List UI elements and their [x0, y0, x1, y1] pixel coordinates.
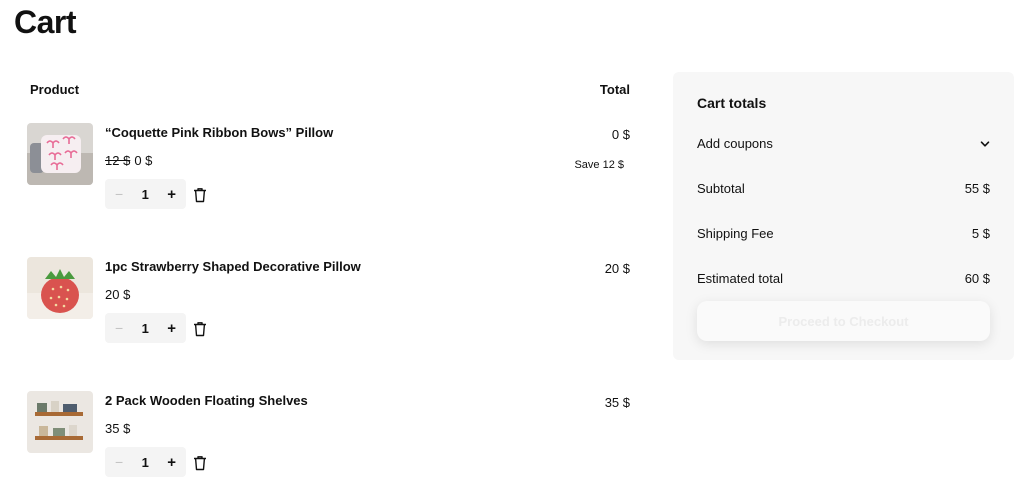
product-column-header: Product — [30, 82, 80, 97]
cart-item: 2 Pack Wooden Floating Shelves 35 $ − 1 … — [27, 391, 630, 491]
estimated-total-value: 60 $ — [964, 271, 990, 286]
decrease-quantity-button[interactable]: − — [115, 454, 123, 470]
increase-quantity-button[interactable]: + — [167, 320, 176, 337]
item-unit-price: 20 $ — [105, 287, 131, 302]
shipping-fee-row: Shipping Fee 5 $ — [697, 226, 990, 241]
item-price: 12 $0 $ — [105, 153, 152, 168]
shipping-fee-label: Shipping Fee — [697, 226, 774, 241]
estimated-total-label: Estimated total — [697, 271, 783, 286]
add-coupons-label: Add coupons — [697, 136, 773, 151]
item-savings: Save 12 $ — [574, 159, 624, 171]
decrease-quantity-button[interactable]: − — [115, 320, 123, 336]
cart-item: 1pc Strawberry Shaped Decorative Pillow … — [27, 257, 630, 357]
item-name[interactable]: 2 Pack Wooden Floating Shelves — [105, 393, 308, 408]
quantity-value[interactable]: 1 — [142, 321, 149, 336]
pink-bow-pillow-image[interactable] — [27, 123, 93, 185]
item-price: 35 $ — [105, 421, 130, 436]
wooden-shelves-image[interactable] — [27, 391, 93, 453]
subtotal-row: Subtotal 55 $ — [697, 181, 990, 196]
strawberry-pillow-image[interactable] — [27, 257, 93, 319]
item-price: 20 $ — [105, 287, 130, 302]
chevron-down-icon — [980, 140, 990, 147]
subtotal-label: Subtotal — [697, 181, 745, 196]
trash-icon[interactable] — [193, 455, 207, 471]
add-coupons-toggle[interactable]: Add coupons — [697, 136, 990, 151]
shipping-fee-value: 5 $ — [971, 226, 990, 241]
increase-quantity-button[interactable]: + — [167, 454, 176, 471]
page-title: Cart — [14, 4, 77, 40]
item-total: 35 $ — [604, 395, 630, 410]
cart-totals-panel: Cart totals Add coupons Subtotal 55 $ Sh… — [673, 72, 1014, 360]
quantity-stepper: − 1 + — [105, 313, 186, 343]
item-sale-price: 0 $ — [134, 153, 153, 168]
item-name[interactable]: 1pc Strawberry Shaped Decorative Pillow — [105, 259, 361, 274]
total-column-header: Total — [599, 82, 630, 97]
item-unit-price: 35 $ — [105, 421, 131, 436]
cart-totals-title: Cart totals — [697, 95, 767, 111]
decrease-quantity-button[interactable]: − — [115, 186, 123, 202]
item-total: 0 $ — [611, 127, 630, 142]
quantity-value[interactable]: 1 — [142, 187, 149, 202]
trash-icon[interactable] — [193, 187, 207, 203]
item-name[interactable]: “Coquette Pink Ribbon Bows” Pillow — [105, 125, 333, 140]
proceed-to-checkout-button[interactable]: Proceed to Checkout — [697, 301, 990, 341]
estimated-total-row: Estimated total 60 $ — [697, 271, 990, 286]
item-original-price: 12 $ — [105, 153, 131, 168]
quantity-value[interactable]: 1 — [142, 455, 149, 470]
quantity-stepper: − 1 + — [105, 179, 186, 209]
trash-icon[interactable] — [193, 321, 207, 337]
subtotal-value: 55 $ — [964, 181, 990, 196]
quantity-stepper: − 1 + — [105, 447, 186, 477]
cart-item: “Coquette Pink Ribbon Bows” Pillow 12 $0… — [27, 123, 630, 223]
increase-quantity-button[interactable]: + — [167, 186, 176, 203]
item-total: 20 $ — [604, 261, 630, 276]
